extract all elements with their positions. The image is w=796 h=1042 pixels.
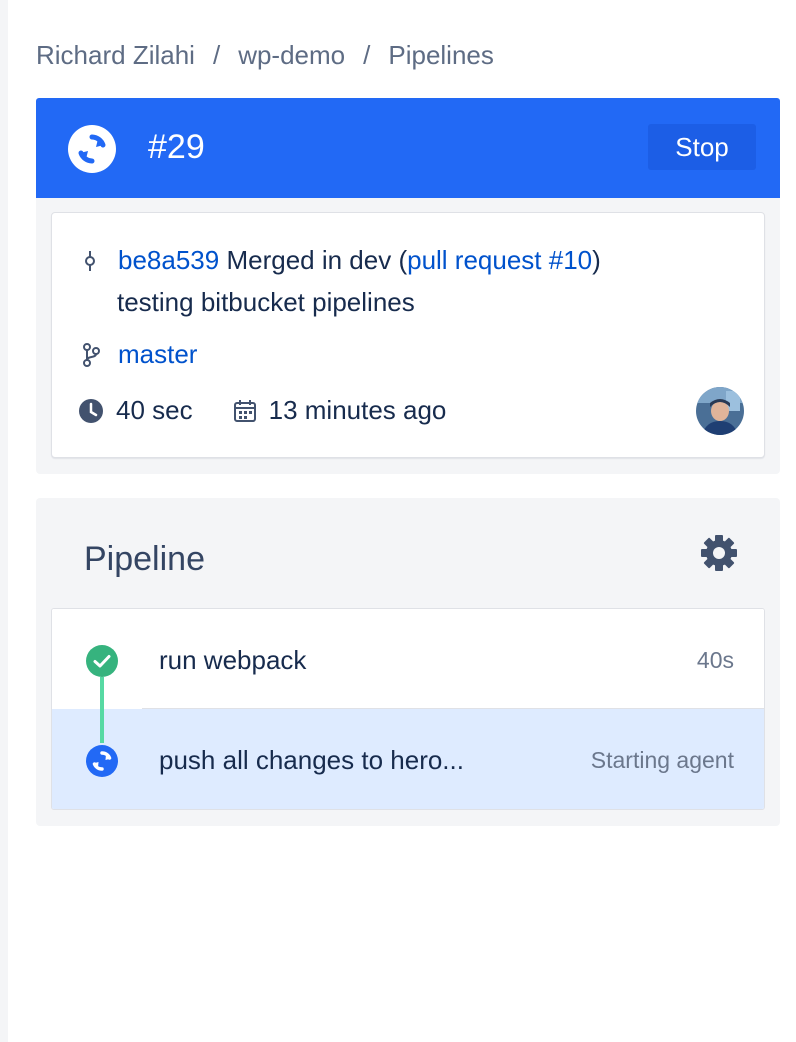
avatar[interactable] [696, 387, 744, 435]
in-progress-icon [68, 125, 116, 173]
avatar-image [696, 387, 744, 435]
commit-icon [85, 250, 95, 271]
branch-row: master [82, 339, 197, 370]
branch-link[interactable]: master [118, 339, 197, 370]
meta-row: 40 sec 13 minutes ago [78, 395, 446, 426]
pipeline-panel: Pipeline run webpack 40s push all change… [36, 498, 780, 826]
step-name: push all changes to hero... [159, 745, 464, 775]
gear-icon[interactable] [700, 534, 738, 572]
build-duration: 40 sec [116, 395, 193, 425]
breadcrumb-user[interactable]: Richard Zilahi [36, 40, 195, 71]
breadcrumb: Richard Zilahi / wp-demo / Pipelines [36, 40, 494, 71]
build-number: #29 [148, 128, 205, 166]
pipeline-title: Pipeline [84, 540, 205, 578]
breadcrumb-separator: / [363, 40, 371, 70]
clock-icon [79, 398, 103, 423]
stop-button[interactable]: Stop [648, 124, 756, 170]
step-name: run webpack [159, 645, 307, 675]
build-started-time: 13 minutes ago [268, 395, 447, 425]
breadcrumb-separator: / [212, 40, 221, 70]
commit-message-body: testing bitbucket pipelines [117, 287, 415, 317]
commit-message-prefix: Merged in dev ( [219, 245, 408, 275]
breadcrumb-repo[interactable]: wp-demo [238, 40, 345, 71]
build-panel: #29 Stop be8a539 Merged in dev ( pull re… [36, 98, 780, 474]
commit-row: be8a539 Merged in dev ( pull request #10… [82, 245, 601, 276]
check-circle-icon [86, 645, 118, 677]
step-connector [100, 677, 104, 743]
step-status: Starting agent [590, 747, 734, 773]
commit-card: be8a539 Merged in dev ( pull request #10… [51, 212, 765, 458]
pipeline-steps: run webpack 40s push all changes to hero… [51, 608, 765, 810]
step-status: 40s [696, 647, 734, 673]
left-rail [0, 0, 8, 1042]
breadcrumb-page[interactable]: Pipelines [388, 40, 494, 71]
commit-message-suffix: ) [592, 245, 601, 275]
calendar-icon [233, 399, 256, 422]
commit-hash-link[interactable]: be8a539 [118, 245, 219, 276]
pipeline-step[interactable]: run webpack 40s [52, 609, 764, 709]
pipeline-step[interactable]: push all changes to hero... Starting age… [52, 709, 764, 809]
build-header: #29 Stop [36, 98, 780, 198]
pull-request-link[interactable]: pull request #10 [407, 245, 592, 276]
in-progress-icon [86, 745, 118, 777]
branch-icon [83, 342, 100, 367]
